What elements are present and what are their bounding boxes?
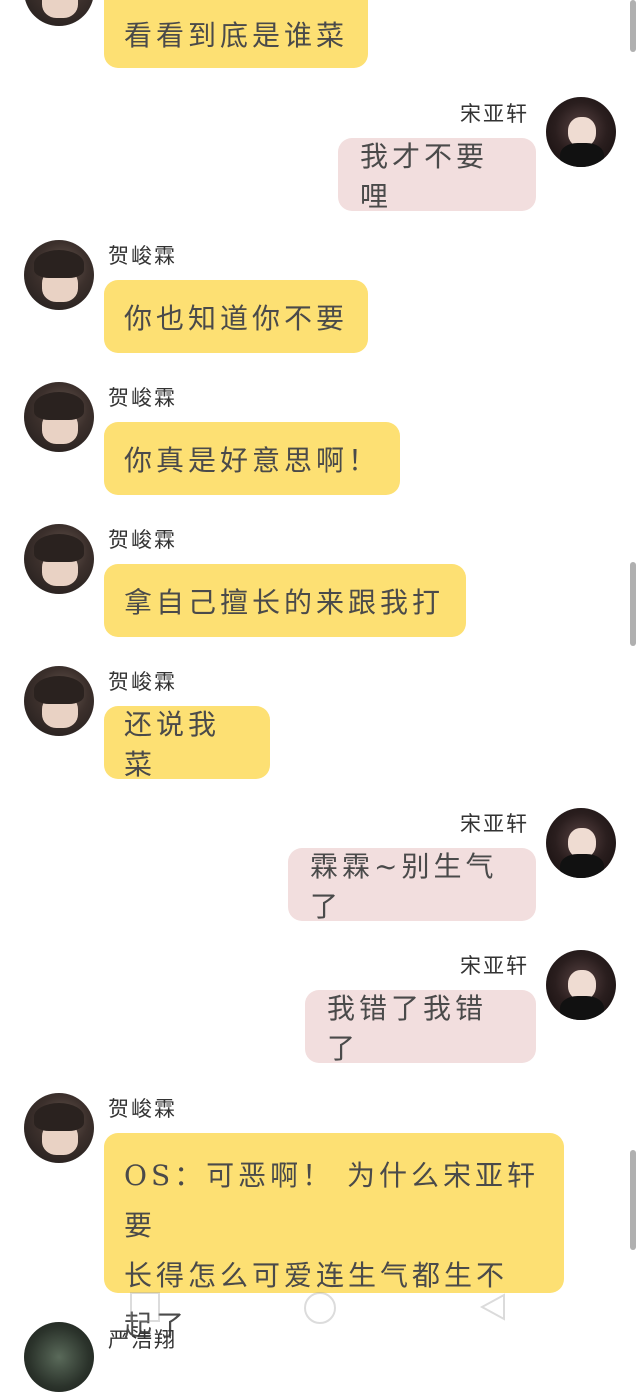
avatar[interactable] [546, 808, 616, 878]
avatar[interactable] [24, 524, 94, 594]
sender-name: 宋亚轩 [460, 954, 529, 978]
avatar[interactable] [546, 97, 616, 167]
sender-name: 宋亚轩 [460, 812, 529, 836]
sender-name: 贺峻霖 [108, 386, 177, 410]
sender-name: 宋亚轩 [460, 102, 529, 126]
square-icon[interactable] [130, 1292, 160, 1322]
message-bubble: 你真是好意思啊！ [104, 422, 400, 495]
avatar[interactable] [24, 240, 94, 310]
avatar[interactable] [24, 382, 94, 452]
message-text: 我错了我错了 [327, 991, 488, 1065]
message-text: 霖霖~别生气了 [310, 849, 498, 923]
message-text: 我才不要哩 [360, 139, 489, 213]
avatar[interactable] [24, 1093, 94, 1163]
message-text: 拿自己擅长的来跟我打 [124, 585, 445, 619]
message-bubble: 拿自己擅长的来跟我打 [104, 564, 466, 637]
message-bubble: 我才不要哩 [338, 138, 536, 213]
sender-name: 贺峻霖 [108, 670, 177, 694]
message-bubble: OS：可恶啊！ 为什么宋亚轩要 长得怎么可爱连生气都生不 起了 [104, 1133, 564, 1342]
sender-name: 贺峻霖 [108, 1097, 177, 1121]
message-bubble: 看看到底是谁菜 [104, 0, 368, 68]
sender-name: 严浩翔 [108, 1328, 177, 1352]
avatar[interactable] [24, 1322, 94, 1392]
sender-name: 贺峻霖 [108, 244, 177, 268]
message-bubble: 你也知道你不要 [104, 280, 368, 353]
message-text: 看看到底是谁菜 [124, 19, 349, 52]
message-bubble: 我错了我错了 [305, 990, 536, 1065]
scrollbar[interactable] [630, 1150, 636, 1250]
triangle-back-icon[interactable] [478, 1292, 508, 1322]
sender-name: 贺峻霖 [108, 528, 177, 552]
avatar[interactable] [24, 666, 94, 736]
scrollbar[interactable] [630, 562, 636, 646]
message-text: 你也知道你不要 [124, 301, 349, 335]
avatar[interactable] [546, 950, 616, 1020]
avatar[interactable] [24, 0, 94, 26]
message-text: 你真是好意思啊！ [124, 443, 381, 477]
scrollbar[interactable] [630, 0, 636, 52]
circle-icon[interactable] [304, 1292, 336, 1324]
message-bubble: 霖霖~别生气了 [288, 848, 536, 923]
message-bubble: 还说我菜 [104, 706, 270, 781]
message-text: 还说我菜 [124, 707, 221, 781]
